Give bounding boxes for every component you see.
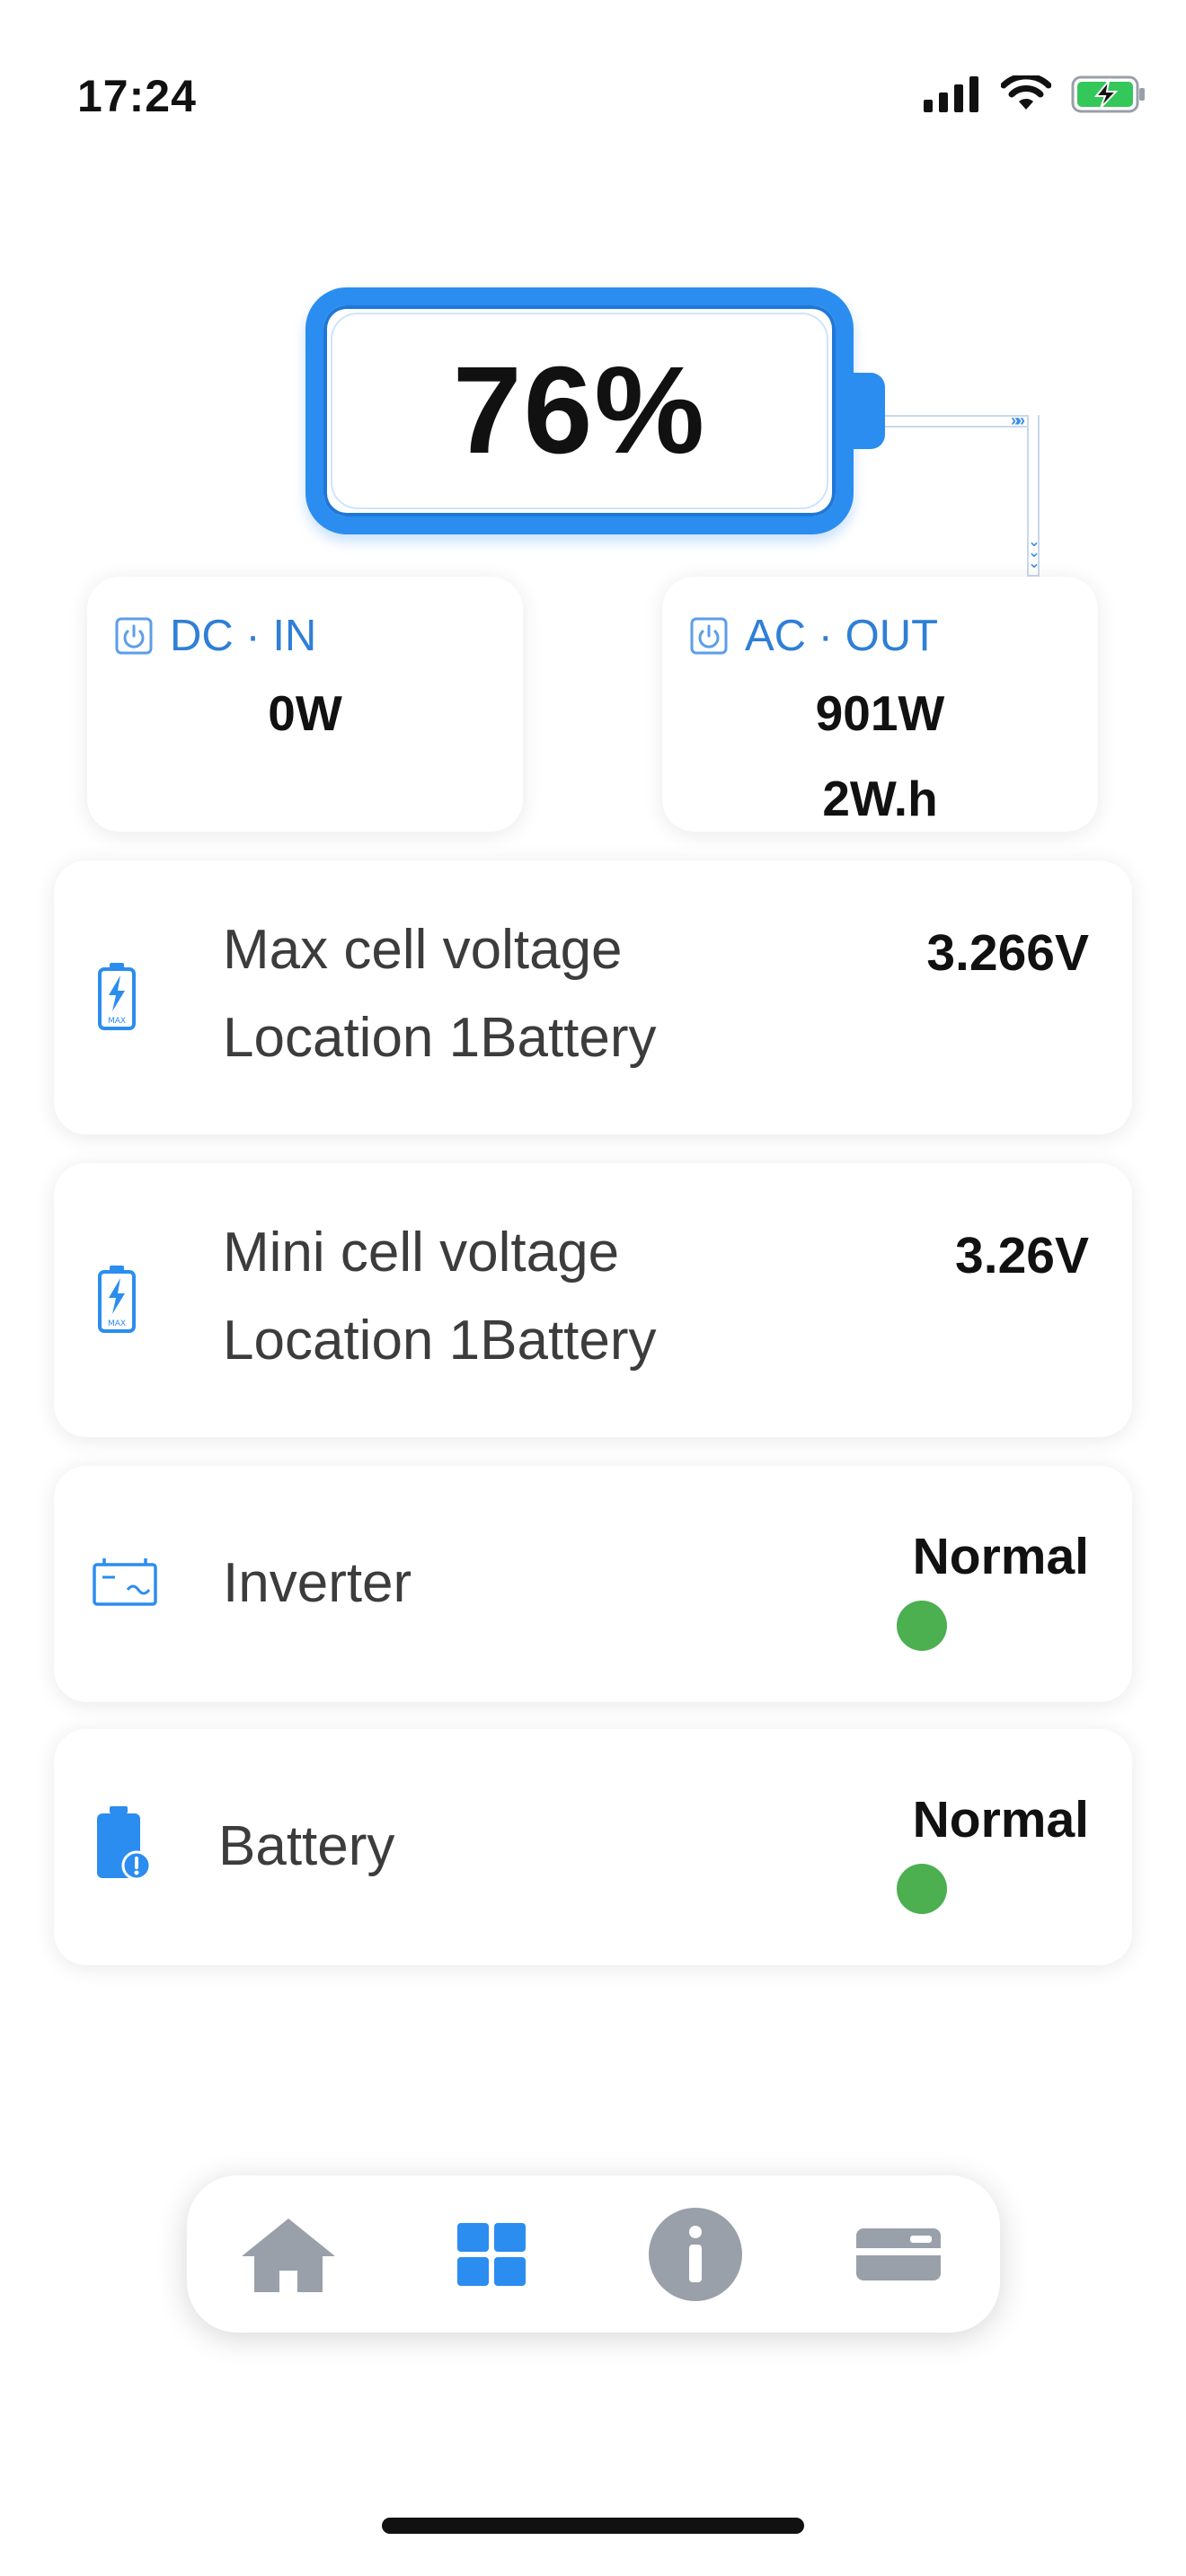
status-icons [924,70,1146,119]
ac-out-label: AC · OUT [745,612,939,660]
battery-percent: 76% [452,341,707,480]
bottom-nav [187,2175,1000,2333]
battery-gauge: 76% [305,287,854,534]
signal-icon [924,76,978,112]
nav-device[interactable] [840,2196,957,2313]
nav-home[interactable] [230,2196,347,2313]
max-cell-location: Location 1Battery [223,1007,657,1069]
svg-text:MAX: MAX [108,1319,126,1328]
dc-in-header: DC · IN [114,611,316,661]
dc-in-label: DC · IN [170,612,317,660]
mini-cell-value: 3.26V [955,1227,1089,1284]
battery-gauge-tip [849,373,885,449]
info-icon [648,2207,742,2301]
card-icon [855,2228,941,2280]
mini-cell-location: Location 1Battery [223,1310,657,1372]
inverter-status: Normal [912,1528,1089,1585]
power-icon [690,617,728,655]
battery-alert-icon [97,1806,151,1881]
inverter-card[interactable]: Inverter Normal [54,1466,1132,1702]
dc-in-power: 0W [268,685,342,741]
battery-charging-icon [1071,75,1145,113]
inverter-icon [93,1558,157,1606]
ac-out-header: AC · OUT [689,611,938,661]
ac-out-card[interactable]: AC · OUT 901W 2W.h [662,577,1098,832]
wifi-icon [1001,75,1051,110]
inverter-status-dot [897,1601,947,1651]
flow-arrows-right-icon: »» [1011,411,1025,429]
home-indicator [382,2518,804,2534]
svg-text:MAX: MAX [108,1017,126,1026]
ac-out-power: 901W [815,685,945,741]
ac-out-energy: 2W.h [822,771,938,826]
nav-info[interactable] [637,2196,754,2313]
battery-card[interactable]: Battery Normal [54,1729,1132,1965]
battery-title: Battery [218,1815,395,1877]
status-time: 17:24 [77,71,197,121]
battery-max-icon: MAX [98,963,136,1030]
nav-dashboard[interactable] [433,2196,550,2313]
max-cell-value: 3.266V [926,924,1089,982]
battery-max-icon: MAX [98,1266,136,1333]
mini-cell-voltage-card[interactable]: MAX Mini cell voltage Location 1Battery … [54,1163,1132,1437]
home-icon [242,2218,336,2292]
grid-icon [457,2222,527,2286]
battery-status-dot [897,1864,947,1914]
mini-cell-title: Mini cell voltage [223,1222,620,1284]
dc-in-card[interactable]: DC · IN 0W [87,577,523,832]
max-cell-voltage-card[interactable]: MAX Max cell voltage Location 1Battery 3… [54,860,1132,1134]
inverter-title: Inverter [223,1552,412,1614]
power-icon [115,617,153,655]
max-cell-title: Max cell voltage [223,919,623,981]
battery-status: Normal [912,1791,1089,1848]
flow-arrows-down-icon: ⌄ ⌄ ⌄ [1028,534,1040,571]
